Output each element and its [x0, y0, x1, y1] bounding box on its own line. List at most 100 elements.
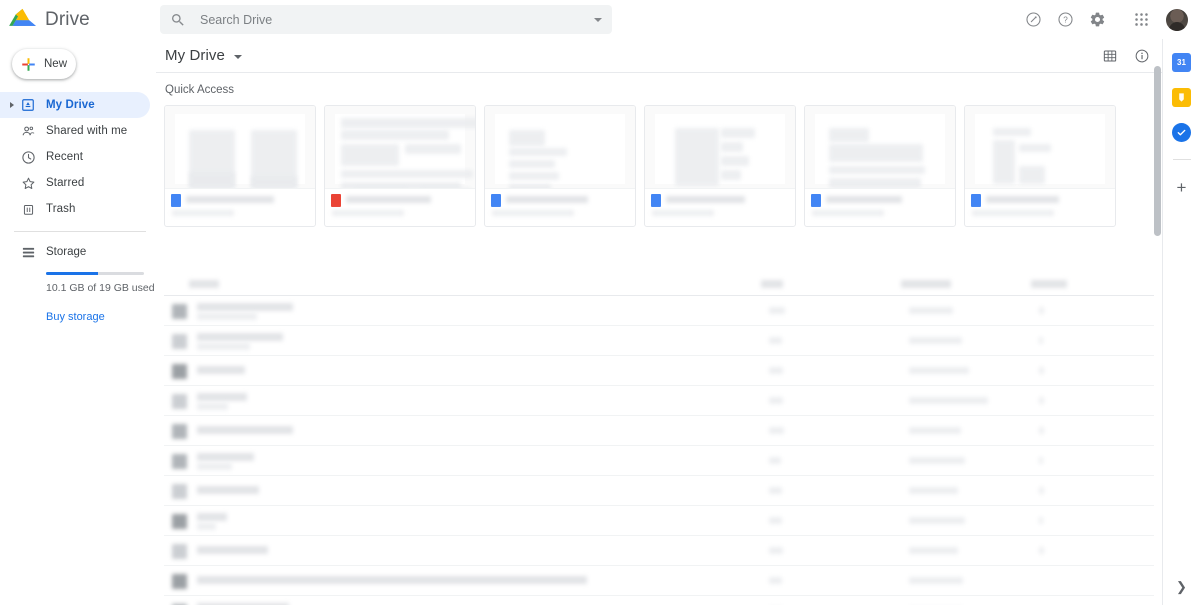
redacted-block — [509, 184, 551, 188]
file-type-icon — [172, 334, 187, 349]
name-column[interactable] — [189, 280, 219, 288]
google-drive-window: Drive ? — [0, 0, 1200, 605]
brand[interactable]: Drive — [0, 8, 156, 32]
file-type-icon — [172, 514, 187, 529]
clock-icon — [16, 150, 40, 165]
redacted-last-modified — [909, 577, 963, 584]
redacted-file-size — [1039, 487, 1044, 494]
redacted-owner — [769, 337, 782, 344]
expand-panel-icon[interactable]: ❯ — [1176, 579, 1187, 595]
shared-with-me-icon — [16, 124, 40, 139]
breadcrumb-chevron-down-icon[interactable] — [233, 54, 242, 59]
sidebar: New My Drive Shared with me Recent Starr… — [0, 39, 156, 605]
redacted-block — [509, 130, 545, 146]
redacted-file-size — [1039, 457, 1043, 464]
storage-row[interactable]: Storage — [0, 241, 156, 263]
last-modified-column[interactable] — [901, 280, 951, 288]
card-meta-redacted — [172, 194, 309, 226]
side-panel-divider — [1172, 159, 1191, 160]
new-button[interactable]: New — [12, 49, 76, 79]
sidebar-item-starred[interactable]: Starred — [0, 170, 150, 196]
google-keep-icon[interactable] — [1172, 88, 1191, 107]
storage-section: Storage 10.1 GB of 19 GB used Buy storag… — [0, 241, 156, 323]
card-footer — [965, 188, 1115, 226]
redacted-last-modified — [909, 367, 969, 374]
sidebar-item-shared-with-me[interactable]: Shared with me — [0, 118, 150, 144]
redacted-block — [675, 128, 719, 186]
help-icon[interactable]: ? — [1050, 5, 1080, 35]
redacted-owner — [769, 487, 782, 494]
quick-access-card[interactable] — [644, 105, 796, 227]
quick-access-card[interactable] — [164, 105, 316, 227]
table-row[interactable] — [164, 536, 1154, 566]
scrollbar-thumb[interactable] — [1154, 66, 1161, 236]
redacted-file-name-line2 — [197, 313, 257, 320]
table-row[interactable] — [164, 446, 1154, 476]
file-type-icon — [172, 304, 187, 319]
svg-text:?: ? — [1063, 16, 1068, 25]
add-addon-icon[interactable]: + — [1172, 177, 1192, 197]
quick-access-card[interactable] — [484, 105, 636, 227]
table-row[interactable] — [164, 326, 1154, 356]
google-calendar-icon[interactable]: 31 — [1172, 53, 1191, 72]
card-thumbnail-redacted — [965, 106, 1115, 188]
expand-triangle-icon[interactable] — [8, 102, 16, 108]
redacted-last-modified — [909, 307, 953, 314]
redacted-file-size — [1039, 427, 1044, 434]
sidebar-item-recent[interactable]: Recent — [0, 144, 150, 170]
redacted-file-name — [986, 196, 1059, 203]
redacted-block — [721, 156, 749, 166]
google-tasks-icon[interactable] — [1172, 123, 1191, 142]
redacted-last-modified — [909, 397, 988, 404]
redacted-block — [405, 144, 461, 154]
card-footer — [485, 188, 635, 226]
storage-bar — [46, 272, 144, 275]
redacted-block — [721, 170, 741, 180]
table-row[interactable] — [164, 296, 1154, 326]
redacted-owner — [769, 397, 783, 404]
redacted-owner — [769, 577, 782, 584]
redacted-file-meta — [172, 210, 234, 216]
table-row[interactable] — [164, 566, 1154, 596]
file-size-column[interactable] — [1031, 280, 1067, 288]
redacted-block — [829, 144, 923, 162]
sidebar-item-label: My Drive — [46, 99, 95, 111]
plus-icon — [22, 57, 35, 71]
table-row[interactable] — [164, 386, 1154, 416]
owner-column[interactable] — [761, 280, 783, 288]
table-row[interactable] — [164, 506, 1154, 536]
search-options-chevron-down-icon[interactable] — [594, 17, 602, 22]
sidebar-item-label: Trash — [46, 203, 76, 215]
table-row[interactable] — [164, 356, 1154, 386]
breadcrumb[interactable]: My Drive — [165, 47, 225, 64]
sidebar-item-trash[interactable]: Trash — [0, 196, 150, 222]
table-row[interactable] — [164, 596, 1154, 605]
redacted-block — [829, 128, 869, 142]
redacted-file-meta — [972, 210, 1054, 216]
buy-storage-link[interactable]: Buy storage — [46, 311, 156, 323]
drive-logo-icon — [9, 8, 36, 26]
avatar[interactable] — [1166, 8, 1188, 31]
card-footer — [165, 188, 315, 226]
quick-access-card[interactable] — [324, 105, 476, 227]
table-row[interactable] — [164, 416, 1154, 446]
grid-view-icon[interactable] — [1096, 42, 1124, 70]
quick-access-card[interactable] — [804, 105, 956, 227]
gear-icon[interactable] — [1082, 5, 1112, 35]
main-scrollbar[interactable] — [1153, 39, 1162, 605]
card-footer — [645, 188, 795, 226]
new-button-label: New — [44, 58, 68, 70]
quick-access-card[interactable] — [964, 105, 1116, 227]
search-bar[interactable] — [160, 5, 612, 34]
search-input[interactable] — [186, 12, 588, 27]
my-drive-icon — [16, 98, 40, 112]
info-icon[interactable] — [1128, 42, 1156, 70]
redacted-block — [341, 130, 449, 140]
sidebar-item-my-drive[interactable]: My Drive — [0, 92, 150, 118]
support-icon[interactable] — [1018, 5, 1048, 35]
redacted-file-name — [197, 393, 247, 401]
redacted-file-name — [506, 196, 588, 203]
apps-grid-icon[interactable] — [1126, 5, 1156, 35]
file-type-icon — [651, 194, 661, 207]
table-row[interactable] — [164, 476, 1154, 506]
